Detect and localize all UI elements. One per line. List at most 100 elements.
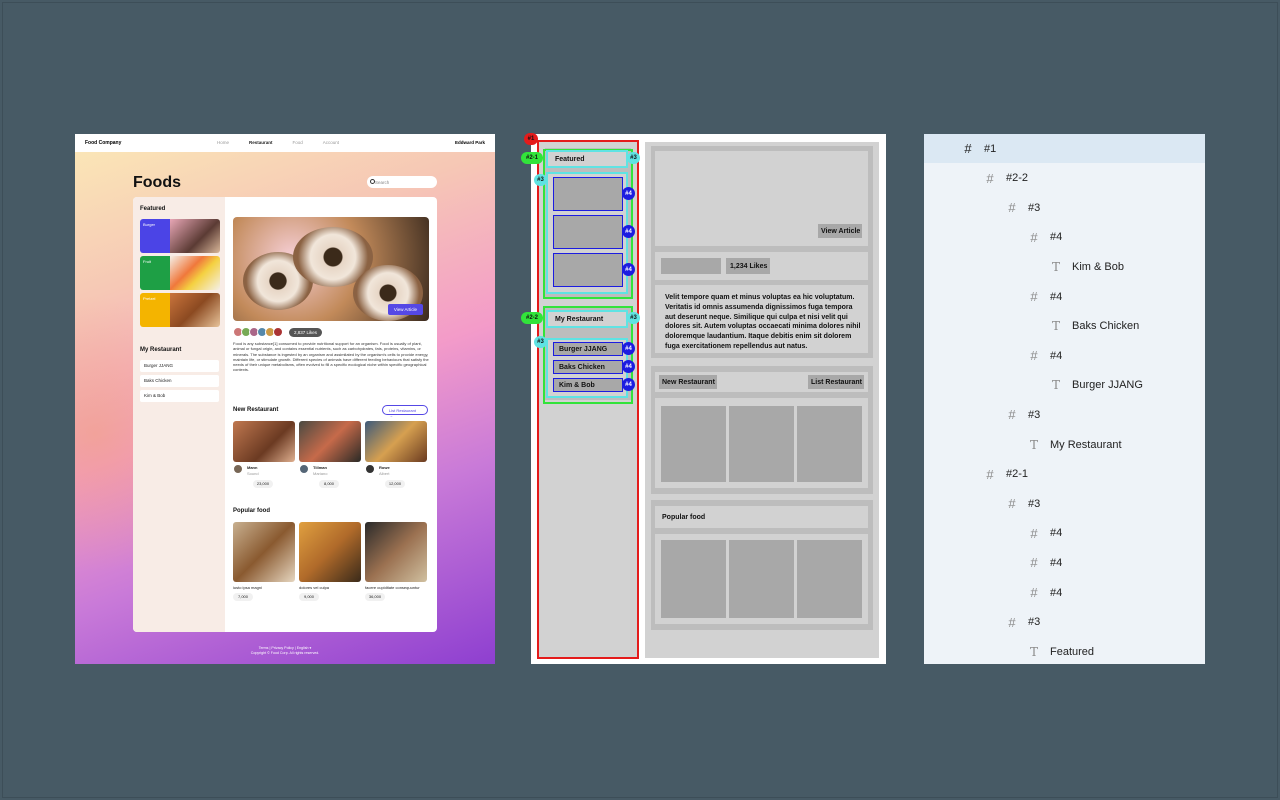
- wire-likes: 1,234 Likes: [726, 258, 770, 274]
- featured-card-burger[interactable]: Burger: [140, 219, 220, 253]
- description-text: Food is any substance[1] consumed to pro…: [233, 341, 429, 373]
- frame-2-2-badge: #2-2: [521, 312, 543, 324]
- popular-food-price: 9,000: [299, 593, 319, 601]
- layer-label: #4: [1050, 556, 1063, 569]
- restaurant-owner-name: Rowe: [379, 465, 390, 470]
- my-restaurant-item[interactable]: Baks Chicken: [140, 375, 219, 387]
- footer-copyright: Copyright © Food Corp. All rights reserv…: [250, 651, 320, 655]
- layer-row[interactable]: # #4: [924, 282, 1205, 311]
- arrow-right-icon: →: [389, 413, 393, 418]
- user-name[interactable]: Eddward Park: [455, 140, 485, 145]
- sidebar: Featured Burger Fruit Pretzel My Restaur…: [133, 197, 225, 632]
- frame-hash-icon: #: [1008, 407, 1016, 423]
- layer-row[interactable]: T My Restaurant: [924, 430, 1205, 459]
- popular-food-image[interactable]: [233, 522, 295, 582]
- featured-card-pretzel[interactable]: Pretzel: [140, 293, 220, 327]
- new-restaurant-title: New Restaurant: [233, 407, 279, 413]
- featured-label-pretzel: Pretzel: [140, 293, 170, 327]
- layer-row[interactable]: # #4: [924, 223, 1205, 252]
- nav-food[interactable]: Food: [293, 140, 303, 145]
- layer-row[interactable]: # #3: [924, 193, 1205, 222]
- frame-4-badge: #4: [622, 342, 635, 355]
- frame-hash-icon: #: [1030, 229, 1038, 245]
- restaurant-owner-sub: Albert: [379, 471, 390, 476]
- featured-image-pretzel: [170, 293, 220, 327]
- wire-body-text: Velit tempore quam et minus voluptas ea …: [665, 294, 861, 350]
- nav-home[interactable]: Home: [217, 140, 229, 145]
- wire-popular-tile: [797, 540, 862, 618]
- frame-hash-icon: #: [986, 466, 994, 482]
- frame-3-badge: #3: [534, 336, 547, 348]
- new-restaurant-image[interactable]: [299, 421, 361, 462]
- search-input[interactable]: Search: [367, 176, 437, 188]
- wire-new-restaurant-label: New Restaurant: [659, 375, 717, 389]
- layer-row[interactable]: T Burger JJANG: [924, 371, 1205, 400]
- page-mockup: Food Company Home Restaurant Food Accoun…: [75, 134, 495, 664]
- nav-account[interactable]: Account: [323, 140, 339, 145]
- popular-food-image[interactable]: [299, 522, 361, 582]
- layer-label: Burger JJANG: [1072, 379, 1143, 392]
- layer-label: #4: [1050, 349, 1063, 362]
- wire-popular-tile: [661, 540, 726, 618]
- popular-food-image[interactable]: [365, 522, 427, 582]
- wire-list-restaurant: List Restaurant: [808, 375, 864, 389]
- popular-food-price: 36,000: [365, 593, 385, 601]
- layer-row[interactable]: # #3: [924, 489, 1205, 518]
- layer-label: #3: [1028, 497, 1041, 510]
- popular-food-name: dolores vel culpa: [299, 585, 330, 590]
- view-article-button[interactable]: View Article: [387, 304, 423, 315]
- layer-row[interactable]: T Kim & Bob: [924, 252, 1205, 281]
- main-card: Featured Burger Fruit Pretzel My Restaur…: [133, 197, 437, 632]
- my-restaurant-item[interactable]: Burger JJANG: [140, 360, 219, 372]
- nav-restaurant[interactable]: Restaurant: [249, 140, 273, 145]
- text-icon: T: [1029, 437, 1038, 452]
- text-icon: T: [1051, 319, 1060, 334]
- layer-label: #3: [1028, 408, 1041, 421]
- frame-hash-icon: #: [1030, 585, 1038, 600]
- list-restaurant-label: List Restaurant: [389, 408, 416, 413]
- list-restaurant-button[interactable]: List Restaurant →: [382, 405, 428, 418]
- featured-card-fruit[interactable]: Fruit: [140, 256, 220, 290]
- search-placeholder: Search: [375, 179, 390, 185]
- restaurant-owner-name: Tillman: [313, 465, 327, 470]
- frame-4-outline: [553, 378, 623, 392]
- top-nav: Home Restaurant Food Account: [217, 140, 339, 145]
- layer-row[interactable]: # #4: [924, 578, 1205, 607]
- layer-label: #4: [1050, 231, 1063, 244]
- layer-row[interactable]: # #4: [924, 548, 1205, 577]
- footer-links[interactable]: Terms | Privacy Policy | English ▾: [75, 646, 495, 650]
- frame-4-outline: [553, 342, 623, 356]
- layer-row[interactable]: T Featured: [924, 637, 1205, 666]
- frame-3-outline: [546, 150, 628, 168]
- text-icon: T: [1029, 644, 1038, 659]
- frame-hash-icon: #: [1008, 496, 1016, 512]
- avatar: [299, 464, 309, 474]
- frame-hash-icon: #: [1008, 614, 1016, 630]
- layer-row[interactable]: # #4: [924, 341, 1205, 370]
- popular-food-name: iusto ipsa magni: [233, 585, 262, 590]
- layer-row[interactable]: # #3: [924, 608, 1205, 637]
- hero-image: View Article: [233, 217, 429, 321]
- layer-row[interactable]: # #1: [924, 134, 1205, 163]
- featured-title: Featured: [140, 206, 166, 212]
- layer-row[interactable]: # #4: [924, 519, 1205, 548]
- my-restaurant-item[interactable]: Kim & Bob: [140, 390, 219, 402]
- layer-label: #4: [1050, 527, 1063, 540]
- layer-row[interactable]: # #2-2: [924, 164, 1205, 193]
- new-restaurant-image[interactable]: [365, 421, 427, 462]
- likes-badge[interactable]: 2,837 Likes: [289, 328, 323, 337]
- popular-food-name: facere cupiditate consequuntur: [365, 585, 420, 590]
- layer-row[interactable]: # #3: [924, 400, 1205, 429]
- layer-label: #2-2: [1006, 172, 1029, 185]
- layer-label: #1: [984, 142, 997, 155]
- layer-row[interactable]: T Baks Chicken: [924, 312, 1205, 341]
- top-bar: Food Company Home Restaurant Food Accoun…: [75, 134, 495, 152]
- restaurant-price: 8,000: [319, 480, 339, 488]
- featured-image-burger: [170, 219, 220, 253]
- layer-label: #2-1: [1006, 468, 1029, 481]
- layer-row[interactable]: # #2-1: [924, 460, 1205, 489]
- brand-logo[interactable]: Food Company: [85, 140, 121, 146]
- new-restaurant-image[interactable]: [233, 421, 295, 462]
- frame-4-outline: [553, 215, 623, 249]
- frame-4-badge: #4: [622, 263, 635, 276]
